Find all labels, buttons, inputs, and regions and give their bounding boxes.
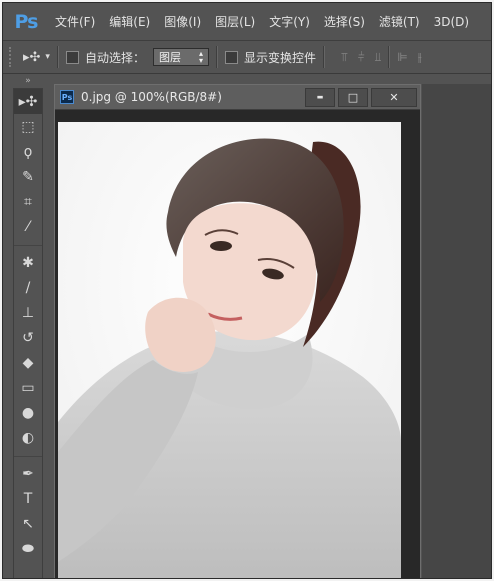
auto-select-target-dropdown[interactable]: 图层 ▴ ▾ [152, 48, 209, 66]
menu-type[interactable]: 文字(Y) [269, 13, 310, 30]
menu-edit[interactable]: 编辑(E) [109, 13, 150, 30]
document-title: 0.jpg @ 100%(RGB/8#) [81, 90, 222, 104]
menu-select[interactable]: 选择(S) [324, 13, 365, 30]
brush-tool-icon: / [25, 279, 31, 296]
canvas-area[interactable] [55, 110, 420, 578]
brush-tool-button[interactable]: / [14, 275, 42, 300]
align-hcenter-icon[interactable]: ⫲ [418, 50, 422, 65]
gradient-tool-icon: ▭ [21, 379, 35, 396]
blur-tool-icon: ● [21, 404, 35, 421]
pen-tool-button[interactable]: ✒ [14, 461, 42, 486]
auto-select-label: 自动选择： [84, 50, 145, 65]
options-bar: ▸✣ ▾ 自动选择： 图层 ▴ ▾ 显示变换控件 ⫪ ⫩ ⫫ ⊫ ⫲ [3, 40, 491, 74]
eyedropper-tool-button[interactable]: ⁄ [14, 214, 42, 239]
minimize-button[interactable]: ▬ [305, 87, 335, 107]
toolbar-separator [14, 450, 42, 457]
eraser-tool-icon: ◆ [22, 354, 34, 371]
healing-brush-tool-icon: ✱ [22, 254, 34, 271]
show-transform-label: 显示变换控件 [243, 50, 316, 65]
menu-bar: Ps 文件(F) 编辑(E) 图像(I) 图层(L) 文字(Y) 选择(S) 滤… [3, 3, 491, 40]
eyedropper-tool-icon: ⁄ [26, 218, 30, 235]
divider [215, 46, 218, 68]
blur-tool-button[interactable]: ● [14, 400, 42, 425]
history-brush-tool-icon: ↺ [22, 329, 34, 346]
history-brush-tool-button[interactable]: ↺ [14, 325, 42, 350]
photoshop-window: Ps 文件(F) 编辑(E) 图像(I) 图层(L) 文字(Y) 选择(S) 滤… [2, 2, 492, 579]
updown-chevron-icon: ▴ ▾ [198, 49, 203, 65]
type-tool-icon: T [23, 490, 33, 507]
ellipse-tool-button[interactable]: ⬬ [14, 536, 42, 561]
crop-tool-button[interactable]: ⌗ [14, 189, 42, 214]
ps-document-icon: Ps [60, 90, 74, 104]
move-tool-icon: ▸✣ [18, 93, 38, 110]
healing-brush-tool-button[interactable]: ✱ [14, 250, 42, 275]
path-selection-tool-icon: ↖ [22, 515, 34, 532]
type-tool-button[interactable]: T [14, 486, 42, 511]
move-tool-button[interactable]: ▸✣ [14, 89, 42, 114]
dodge-tool-icon: ◐ [21, 429, 35, 446]
quick-selection-tool-icon: ✎ [22, 168, 34, 185]
tools-panel: ▸✣ ⬚ ϙ ✎ ⌗ ⁄ ✱ / ⊥ ↺ ◆ ▭ ● ◐ ✒ T ↖ ⬬ [13, 88, 43, 578]
minimize-icon: ▬ [316, 93, 324, 101]
lasso-tool-button[interactable]: ϙ [14, 139, 42, 164]
menu-layer[interactable]: 图层(L) [215, 13, 255, 30]
menu-image[interactable]: 图像(I) [164, 13, 201, 30]
lasso-tool-icon: ϙ [23, 143, 33, 160]
panel-dock-area [422, 84, 491, 578]
divider [388, 46, 391, 68]
clone-stamp-tool-icon: ⊥ [21, 304, 35, 321]
marquee-tool-button[interactable]: ⬚ [14, 114, 42, 139]
align-top-icon[interactable]: ⫪ [341, 50, 348, 65]
clone-stamp-tool-button[interactable]: ⊥ [14, 300, 42, 325]
maximize-button[interactable]: □ [338, 87, 368, 107]
menu-file[interactable]: 文件(F) [55, 13, 95, 30]
auto-select-checkbox[interactable] [65, 50, 79, 64]
divider [56, 46, 59, 68]
show-transform-checkbox[interactable] [224, 50, 238, 64]
path-selection-tool-button[interactable]: ↖ [14, 511, 42, 536]
menu-3d[interactable]: 3D(D) [434, 15, 469, 29]
close-button[interactable]: ✕ [371, 87, 417, 107]
move-tool-icon: ▸✣ [23, 49, 41, 65]
align-bottom-icon[interactable]: ⫫ [375, 50, 382, 65]
portrait-photo [58, 122, 401, 578]
app-logo: Ps [14, 10, 39, 33]
auto-select-target-value: 图层 [158, 51, 181, 64]
crop-tool-icon: ⌗ [24, 193, 32, 210]
canvas-photo[interactable] [58, 122, 401, 578]
toolbar-separator [14, 239, 42, 246]
close-icon: ✕ [389, 90, 399, 104]
chevron-down-icon: ▾ [45, 52, 50, 62]
gradient-tool-button[interactable]: ▭ [14, 375, 42, 400]
tool-preset-picker[interactable]: ▸✣ ▾ [23, 50, 50, 65]
ellipse-tool-icon: ⬬ [22, 540, 34, 557]
divider [322, 46, 325, 68]
menu-filter[interactable]: 滤镜(T) [379, 13, 420, 30]
align-buttons: ⫪ ⫩ ⫫ ⊫ ⫲ [336, 46, 427, 68]
toolbar-collapse-button[interactable]: » [13, 75, 43, 87]
marquee-tool-icon: ⬚ [21, 118, 35, 135]
options-grip[interactable] [9, 47, 15, 67]
align-vcenter-icon[interactable]: ⫩ [358, 50, 365, 65]
quick-selection-tool-button[interactable]: ✎ [14, 164, 42, 189]
dodge-tool-button[interactable]: ◐ [14, 425, 42, 450]
pen-tool-icon: ✒ [22, 465, 34, 482]
eraser-tool-button[interactable]: ◆ [14, 350, 42, 375]
align-left-icon[interactable]: ⊫ [397, 50, 407, 64]
document-window: Ps 0.jpg @ 100%(RGB/8#) ▬ □ ✕ [54, 84, 421, 578]
maximize-icon: □ [347, 90, 359, 104]
document-tab[interactable]: Ps 0.jpg @ 100%(RGB/8#) ▬ □ ✕ [55, 85, 420, 110]
